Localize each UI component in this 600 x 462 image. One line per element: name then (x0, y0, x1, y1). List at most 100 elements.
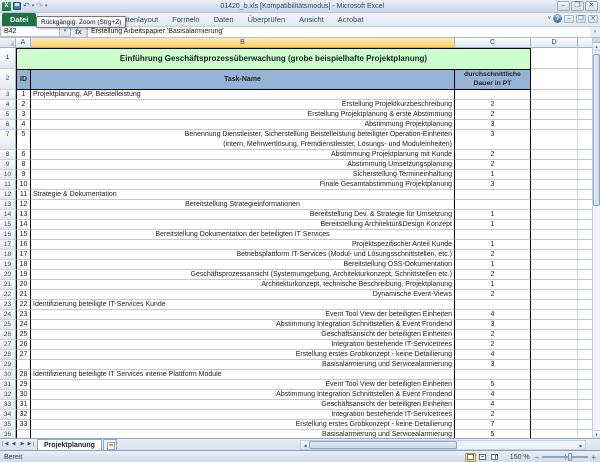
row-number[interactable]: 15 (0, 220, 16, 230)
cell-task[interactable]: Abstimmung Umsetzungsplanung (31, 160, 455, 170)
cell[interactable] (578, 400, 592, 410)
zoom-slider-thumb[interactable] (568, 453, 572, 461)
column-header-e[interactable] (578, 38, 592, 48)
cell-id[interactable]: 28 (16, 370, 31, 380)
cell-task[interactable]: Geschäftsansicht der beteiligten Einheit… (31, 330, 455, 340)
row-number[interactable]: 1 (0, 48, 16, 69)
row-number[interactable]: 5 (0, 110, 16, 120)
cell-duration[interactable] (455, 200, 531, 210)
cell[interactable] (531, 100, 578, 110)
page-layout-view-button[interactable] (477, 453, 488, 462)
column-header-b[interactable]: B (31, 38, 455, 48)
cell[interactable] (531, 270, 578, 280)
row-number[interactable]: 16 (0, 230, 16, 240)
cell-duration[interactable]: 3 (455, 320, 531, 330)
row-number[interactable]: 33 (0, 400, 16, 410)
row-number[interactable]: 12 (0, 190, 16, 200)
cell[interactable] (578, 260, 592, 270)
cell[interactable] (578, 230, 592, 240)
cell[interactable] (578, 340, 592, 350)
cell[interactable] (578, 300, 592, 310)
cell-duration[interactable]: 2 (455, 150, 531, 160)
cell-task[interactable]: Sicherstellung Termineinhaltung (31, 170, 455, 180)
cell-duration[interactable]: 2 (455, 330, 531, 340)
row-number[interactable]: 35 (0, 420, 16, 430)
cell-task[interactable]: Basisalarmierung und Servicealarmierung (31, 430, 455, 438)
cell-task[interactable]: Basisalarmierung und Servicealarmierung (31, 360, 455, 370)
cell[interactable] (578, 410, 592, 420)
cell-duration[interactable]: 5 (455, 430, 531, 438)
name-box-dropdown-icon[interactable]: ▾ (60, 27, 71, 37)
cell[interactable] (531, 350, 578, 360)
cell-task[interactable]: Erstellung erstes Grobkonzept - keine De… (31, 350, 455, 360)
insert-worksheet-icon[interactable] (103, 439, 117, 450)
cell[interactable] (578, 250, 592, 260)
cell-duration[interactable]: 1 (455, 210, 531, 220)
scroll-left-icon[interactable]: ◀ (301, 441, 309, 449)
cell[interactable] (531, 260, 578, 270)
cell-duration[interactable]: 5 (455, 380, 531, 390)
cell[interactable] (531, 250, 578, 260)
cell[interactable] (578, 290, 592, 300)
cell[interactable] (531, 120, 578, 130)
cell[interactable] (531, 360, 578, 370)
column-header-a[interactable]: A (16, 38, 31, 48)
column-header-c[interactable]: C (455, 38, 531, 48)
cell[interactable] (531, 69, 578, 90)
cell-task[interactable]: Projektplanung, AP, Beistelleistung (31, 90, 455, 100)
cell-task[interactable]: Betriebsplattform IT-Services (Modul- un… (31, 250, 455, 260)
scroll-up-icon[interactable]: ▲ (593, 43, 600, 51)
cell-task[interactable]: Geschäftsprozessansicht (Systemumgebung,… (31, 270, 455, 280)
cell[interactable] (531, 180, 578, 190)
cell[interactable] (578, 160, 592, 170)
cell-task[interactable]: Benennung Dienstleister, Sicherstellung … (31, 130, 455, 150)
cell-id[interactable]: 16 (16, 240, 31, 250)
row-number[interactable]: 28 (0, 350, 16, 360)
cell[interactable] (578, 100, 592, 110)
cell[interactable] (578, 380, 592, 390)
restore-button[interactable]: ❐ (571, 1, 584, 11)
cell[interactable] (578, 280, 592, 290)
cell-task[interactable]: Architekturkonzept, technische Beschreib… (31, 280, 455, 290)
row-number[interactable]: 6 (0, 120, 16, 130)
cell-duration[interactable]: 1 (455, 280, 531, 290)
workbook-restore-button[interactable]: ❐ (576, 15, 586, 23)
cell-id[interactable]: 32 (16, 410, 31, 420)
cell[interactable] (531, 110, 578, 120)
row-number[interactable]: 24 (0, 310, 16, 320)
cell-duration[interactable] (455, 90, 531, 100)
cell[interactable] (531, 300, 578, 310)
cell-task[interactable]: Event Tool View der beteiligten Einheite… (31, 310, 455, 320)
cell[interactable] (578, 360, 592, 370)
cell-duration[interactable]: 2 (455, 110, 531, 120)
cell-id[interactable]: 3 (16, 110, 31, 120)
cell-id[interactable]: 4 (16, 120, 31, 130)
cell-task[interactable]: Abstimmung Projektplanung mit Kunde (31, 150, 455, 160)
cell-task[interactable]: Bereitstellung Architektur&Design Konzep… (31, 220, 455, 230)
cell[interactable] (578, 270, 592, 280)
cell[interactable] (531, 150, 578, 160)
workbook-minimize-button[interactable]: – (564, 15, 574, 23)
cell-task[interactable]: Abstimmung Integration Schnittstellen & … (31, 320, 455, 330)
cell-duration[interactable]: 2 (455, 250, 531, 260)
cell-task[interactable]: Projektspezifischer Anteil Kunde (31, 240, 455, 250)
cell[interactable] (531, 380, 578, 390)
zoom-out-icon[interactable]: − (535, 453, 540, 462)
cell[interactable] (531, 160, 578, 170)
cell-id[interactable] (16, 430, 31, 438)
row-number[interactable]: 19 (0, 260, 16, 270)
tab-ansicht[interactable]: Ansicht (292, 13, 331, 26)
cell-id[interactable]: 31 (16, 400, 31, 410)
cell-duration[interactable]: 4 (455, 310, 531, 320)
row-number[interactable]: 21 (0, 280, 16, 290)
cell-id[interactable]: 1 (16, 90, 31, 100)
cell-task[interactable]: Dynamische Event-Views (31, 290, 455, 300)
cell[interactable] (578, 420, 592, 430)
cell-duration[interactable]: 4 (455, 390, 531, 400)
row-number[interactable]: 25 (0, 320, 16, 330)
cell[interactable] (531, 370, 578, 380)
cell-task[interactable]: Abstimmung Projektplanung (31, 120, 455, 130)
row-number[interactable]: 26 (0, 330, 16, 340)
cell-id[interactable]: 30 (16, 390, 31, 400)
cell[interactable] (578, 210, 592, 220)
